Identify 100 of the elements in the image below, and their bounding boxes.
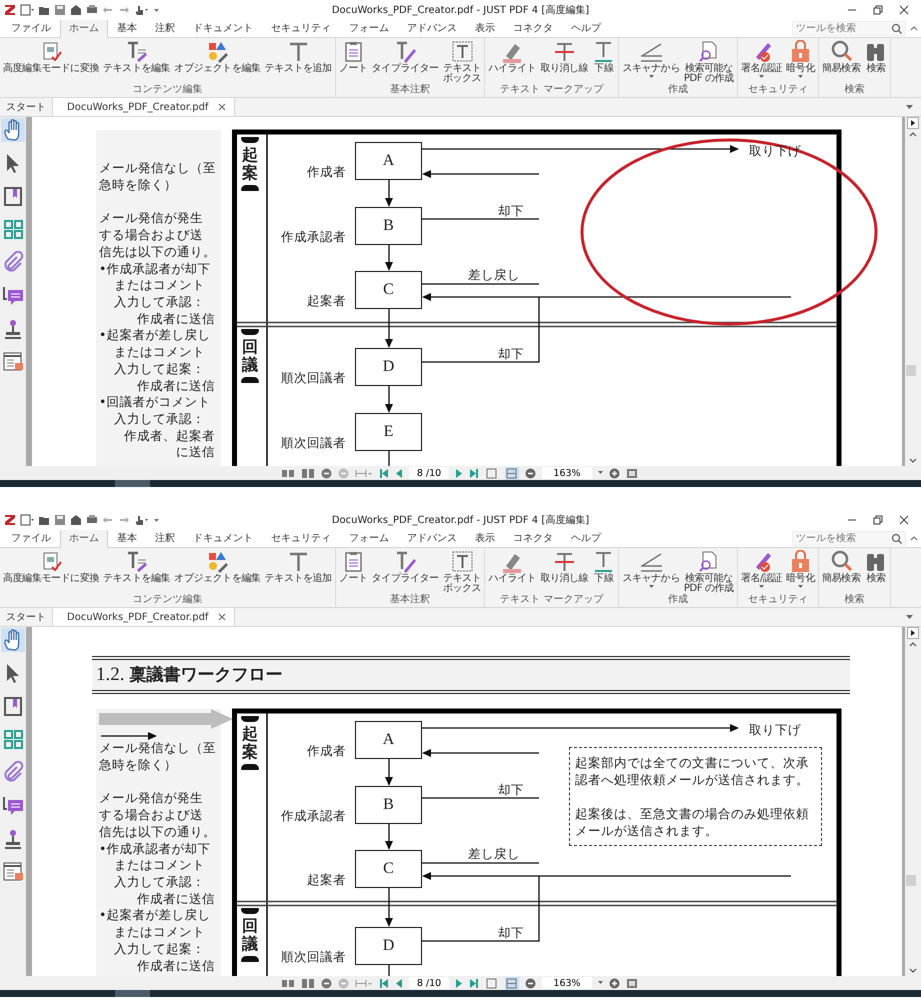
ribbon-button[interactable]: オブジェクトを編集: [172, 550, 263, 584]
document-tab[interactable]: DocuWorks_PDF_Creator.pdf: [53, 98, 236, 116]
continuous-page-icon[interactable]: [301, 978, 315, 989]
ribbon-button[interactable]: 署名/認証: [738, 550, 784, 589]
tool-search-field[interactable]: ツールを検索: [792, 20, 906, 36]
hand-tool-icon[interactable]: [134, 4, 150, 16]
ribbon-button[interactable]: スキャナから: [620, 550, 682, 589]
ribbon-button[interactable]: 高度編集モードに変換: [1, 40, 102, 74]
sidebar-tool-button[interactable]: [1, 694, 25, 718]
zoom-out-button[interactable]: [525, 468, 536, 479]
page-forward-button[interactable]: [907, 117, 919, 130]
menu-tab[interactable]: セキュリティ: [262, 528, 340, 547]
dropdown-caret-icon[interactable]: [906, 614, 913, 620]
menu-tab[interactable]: アドバンス: [398, 528, 466, 547]
ribbon-button[interactable]: ハイライト: [486, 40, 538, 74]
page-layout-button[interactable]: [505, 976, 519, 990]
previous-page-button[interactable]: [395, 978, 403, 989]
scrollbar-thumb[interactable]: [906, 365, 916, 376]
page-layout-button[interactable]: [485, 976, 499, 990]
sidebar-tool-button[interactable]: [1, 118, 25, 142]
last-page-button[interactable]: [469, 468, 479, 479]
zoom-in-button[interactable]: [609, 978, 620, 989]
two-page-icon[interactable]: [281, 468, 295, 479]
ribbon-button[interactable]: タイプライター: [370, 40, 441, 74]
first-page-button[interactable]: [379, 468, 389, 479]
fit-page-button[interactable]: [626, 468, 638, 479]
close-button[interactable]: [897, 512, 911, 527]
menu-tab[interactable]: 表示: [466, 18, 504, 37]
document-tab[interactable]: DocuWorks_PDF_Creator.pdf: [53, 608, 236, 626]
menu-tab[interactable]: ドキュメント: [184, 528, 262, 547]
menu-tab[interactable]: ヘルプ: [562, 18, 610, 37]
ribbon-button[interactable]: 検索可能な PDF の作成: [682, 550, 736, 594]
new-document-icon[interactable]: [20, 4, 34, 16]
ribbon-button[interactable]: タイプライター: [370, 550, 441, 584]
sidebar-tool-button[interactable]: [1, 628, 25, 652]
ribbon-button[interactable]: テキストを追加: [262, 550, 334, 584]
hand-tool-icon[interactable]: [134, 514, 150, 526]
zoom-field[interactable]: 163%: [542, 467, 592, 480]
page-layout-button[interactable]: [485, 466, 499, 480]
menu-tab[interactable]: ヘルプ: [562, 528, 610, 547]
ribbon-button[interactable]: テキスト ボックス: [440, 40, 484, 84]
page-layout-button[interactable]: [505, 466, 519, 480]
ribbon-button[interactable]: 暗号化: [784, 40, 817, 79]
ribbon-button[interactable]: オブジェクトを編集: [172, 40, 263, 74]
previous-page-button[interactable]: [395, 468, 403, 479]
dropdown-caret-icon[interactable]: [598, 981, 603, 986]
ribbon-button[interactable]: テキストを編集: [101, 40, 172, 74]
ribbon-button[interactable]: 高度編集モードに変換: [1, 550, 102, 584]
dropdown-caret-icon[interactable]: [906, 104, 913, 110]
restore-button[interactable]: [871, 2, 885, 17]
scrollbar-thumb[interactable]: [906, 875, 916, 886]
ribbon-button[interactable]: テキスト ボックス: [440, 550, 484, 594]
ribbon-button[interactable]: テキストを編集: [101, 550, 172, 584]
menu-tab[interactable]: コネクタ: [504, 528, 562, 547]
menu-tab[interactable]: 注釈: [146, 18, 184, 37]
save-icon[interactable]: [54, 4, 66, 16]
ribbon-button[interactable]: スキャナから: [620, 40, 682, 79]
dropdown-caret-icon[interactable]: [598, 471, 603, 476]
save-icon[interactable]: [54, 514, 66, 526]
ribbon-button[interactable]: 暗号化: [784, 550, 817, 589]
menu-tab[interactable]: 注釈: [146, 528, 184, 547]
zoom-out-button[interactable]: [525, 978, 536, 989]
print-icon[interactable]: [86, 514, 98, 526]
ribbon-button[interactable]: 簡易検索: [820, 40, 862, 74]
ribbon-button[interactable]: 検索: [862, 40, 890, 74]
two-page-icon[interactable]: [281, 978, 295, 989]
menu-tab[interactable]: フォーム: [340, 528, 398, 547]
next-page-button[interactable]: [455, 978, 463, 989]
close-icon[interactable]: [218, 613, 226, 622]
restore-button[interactable]: [871, 512, 885, 527]
page-number-field[interactable]: 8 /10: [409, 467, 449, 480]
ribbon-button[interactable]: 取り消し線: [538, 550, 590, 584]
ribbon-button[interactable]: 取り消し線: [538, 40, 590, 74]
sidebar-tool-button[interactable]: [1, 184, 25, 208]
tool-search-field[interactable]: ツールを検索: [792, 530, 906, 546]
close-icon[interactable]: [218, 103, 226, 112]
ribbon-button[interactable]: 下線: [590, 40, 618, 74]
menu-tab[interactable]: 基本: [108, 528, 146, 547]
ribbon-button[interactable]: ノート: [336, 550, 370, 584]
page-forward-button[interactable]: [907, 627, 919, 640]
fit-page-button[interactable]: [626, 978, 638, 989]
menu-tab[interactable]: アドバンス: [398, 18, 466, 37]
menu-tab[interactable]: 基本: [108, 18, 146, 37]
new-document-icon[interactable]: [20, 514, 34, 526]
continuous-page-icon[interactable]: [301, 468, 315, 479]
menu-tab[interactable]: ファイル: [2, 18, 60, 37]
menu-tab[interactable]: ドキュメント: [184, 18, 262, 37]
zoom-in-button[interactable]: [609, 468, 620, 479]
menu-tab[interactable]: フォーム: [340, 18, 398, 37]
ribbon-button[interactable]: 下線: [590, 550, 618, 584]
menu-tab[interactable]: 表示: [466, 528, 504, 547]
first-page-button[interactable]: [379, 978, 389, 989]
ribbon-button[interactable]: 簡易検索: [820, 550, 862, 584]
ribbon-button[interactable]: 検索: [862, 550, 890, 584]
next-page-button[interactable]: [455, 468, 463, 479]
close-button[interactable]: [897, 2, 911, 17]
ribbon-button[interactable]: テキストを追加: [262, 40, 334, 74]
menu-tab[interactable]: ファイル: [2, 528, 60, 547]
print-icon[interactable]: [86, 4, 98, 16]
zoom-field[interactable]: 163%: [542, 977, 592, 990]
